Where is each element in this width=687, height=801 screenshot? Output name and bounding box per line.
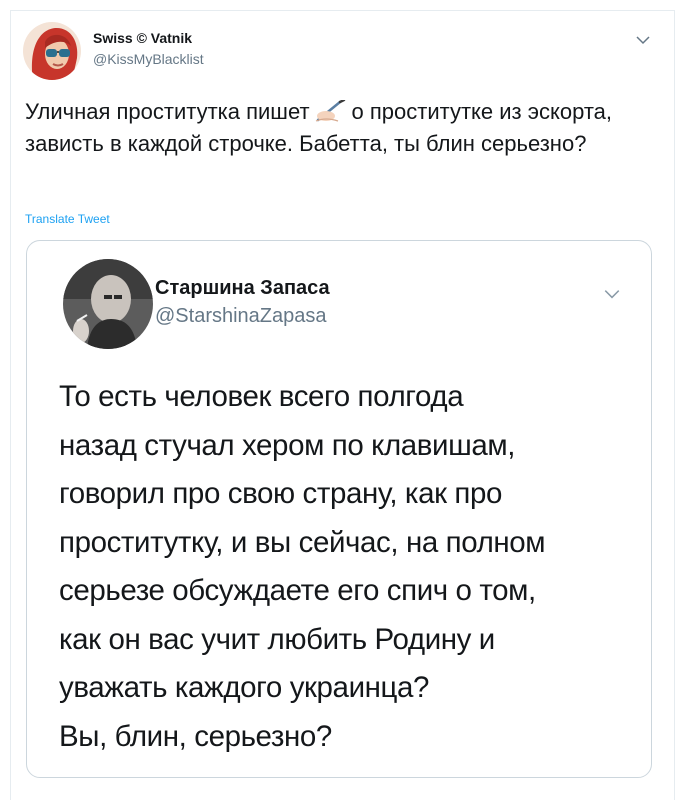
tweet-text: Уличная проститутка пишет о проститутке …	[25, 96, 655, 160]
quoted-text-line: назад стучал хером по клавишам,	[59, 428, 516, 462]
quoted-text-line: как он вас учит любить Родину и	[59, 622, 495, 656]
quoted-tweet[interactable]: Старшина Запаса @StarshinaZapasa То есть…	[26, 240, 652, 778]
chevron-down-icon[interactable]	[635, 32, 651, 48]
quoted-author-avatar[interactable]	[63, 259, 153, 349]
author-handle[interactable]: @KissMyBlacklist	[93, 51, 204, 67]
tweet-text-part-1: Уличная проститутка пишет	[25, 99, 310, 124]
translate-tweet-link[interactable]: Translate Tweet	[25, 212, 110, 226]
quoted-author-name[interactable]: Старшина Запаса	[155, 277, 330, 300]
quoted-text-line: проститутку, и вы сейчас, на полном	[59, 525, 546, 559]
quoted-text-line: серьезе обсуждаете его спич о том,	[59, 574, 536, 607]
chevron-down-icon[interactable]	[603, 285, 621, 303]
author-avatar[interactable]	[23, 22, 81, 80]
quoted-text-line: уважать каждого украинца?	[59, 671, 430, 704]
quoted-avatar-photo	[63, 259, 153, 349]
avatar-illustration	[23, 22, 81, 80]
quoted-author-handle[interactable]: @StarshinaZapasa	[155, 305, 327, 328]
quoted-text-line: То есть человек всего полгода	[59, 380, 464, 413]
quoted-text-line: Вы, блин, серьезно?	[59, 719, 332, 753]
quoted-text-line: говорил про свою страну, как про	[59, 477, 502, 510]
quoted-tweet-text: То есть человек всего полгода назад стуч…	[59, 373, 639, 761]
author-name[interactable]: Swiss © Vatnik	[93, 30, 192, 46]
writing-hand-icon	[314, 98, 348, 122]
